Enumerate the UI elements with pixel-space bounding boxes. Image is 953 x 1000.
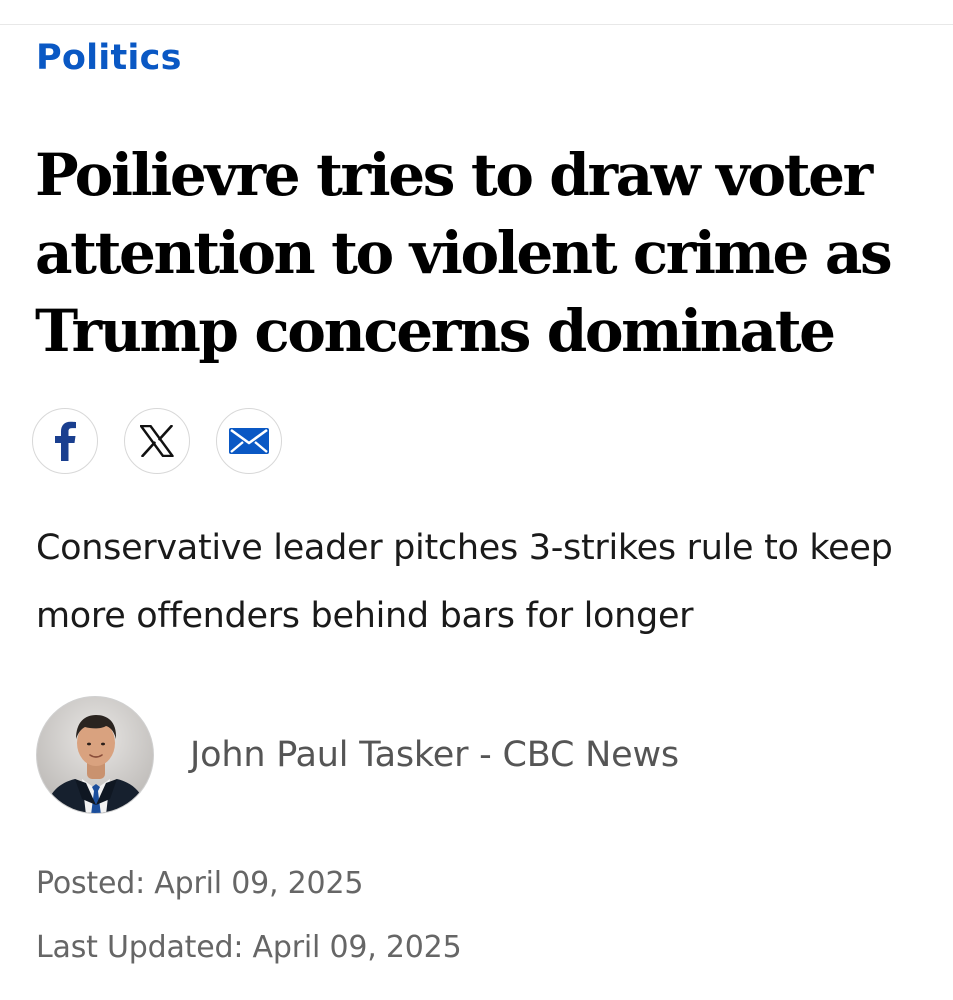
author-avatar[interactable] bbox=[36, 696, 154, 814]
email-icon bbox=[229, 428, 269, 454]
byline: John Paul Tasker - CBC News bbox=[36, 696, 679, 814]
share-facebook-button[interactable] bbox=[32, 408, 98, 474]
category-link[interactable]: Politics bbox=[36, 38, 182, 78]
facebook-icon bbox=[54, 421, 76, 461]
posted-date: Posted: April 09, 2025 bbox=[36, 866, 364, 901]
updated-date: Last Updated: April 09, 2025 bbox=[36, 930, 462, 965]
top-divider bbox=[0, 24, 953, 25]
share-email-button[interactable] bbox=[216, 408, 282, 474]
x-icon bbox=[140, 425, 174, 457]
share-x-button[interactable] bbox=[124, 408, 190, 474]
article-headline: Poilievre tries to draw voter attention … bbox=[35, 141, 893, 365]
article-dek: Conservative leader pitches 3-strikes ru… bbox=[36, 528, 893, 636]
share-bar bbox=[32, 408, 282, 474]
author-link[interactable]: John Paul Tasker - CBC News bbox=[190, 735, 679, 775]
